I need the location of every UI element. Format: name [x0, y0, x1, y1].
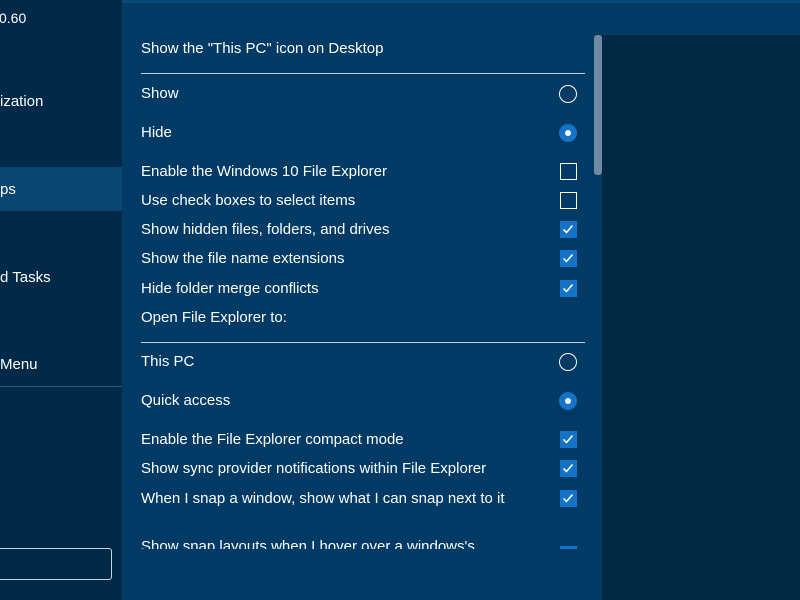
right-header	[602, 3, 800, 35]
section-divider	[141, 73, 585, 74]
radio-label: This PC	[141, 353, 195, 370]
checkmark-icon	[562, 493, 574, 503]
radio-label: Hide	[141, 124, 172, 141]
section-divider	[141, 342, 585, 343]
checkmark-icon	[562, 224, 574, 234]
checkbox-row-check-boxes[interactable]: Use check boxes to select items	[141, 191, 585, 210]
checkbox-label: When I snap a window, show what I can sn…	[141, 490, 505, 507]
sidebar-divider	[0, 386, 122, 387]
radio-this-pc[interactable]: This PC	[141, 352, 585, 371]
radio-show[interactable]: Show	[141, 84, 585, 103]
checkmark-icon	[562, 283, 574, 293]
checkbox-row-windows10-explorer[interactable]: Enable the Windows 10 File Explorer	[141, 162, 585, 181]
checkbox-checked[interactable]	[560, 279, 577, 297]
checkbox-label: Use check boxes to select items	[141, 192, 356, 209]
checkbox-checked[interactable]	[560, 430, 577, 448]
sidebar-item-customization[interactable]: ization	[0, 79, 122, 123]
right-pane	[602, 35, 800, 600]
radio-button[interactable]	[559, 352, 577, 371]
checkbox-checked[interactable]	[560, 546, 577, 549]
sidebar-item-scheduled-tasks[interactable]: d Tasks	[0, 255, 122, 299]
radio-quick-access[interactable]: Quick access	[141, 391, 585, 410]
section-title-open-explorer: Open File Explorer to:	[141, 309, 287, 326]
radio-button[interactable]	[559, 84, 577, 103]
section-title-this-pc-icon: Show the "This PC" icon on Desktop	[141, 40, 384, 57]
radio-label: Show	[141, 85, 179, 102]
sidebar-item-menu[interactable]: Menu	[0, 342, 122, 386]
checkbox-row-file-extensions[interactable]: Show the file name extensions	[141, 249, 585, 268]
checkbox-row-compact-mode[interactable]: Enable the File Explorer compact mode	[141, 430, 585, 449]
settings-panel: Show the "This PC" icon on Desktop Show …	[122, 3, 602, 600]
checkmark-icon	[562, 434, 574, 444]
sidebar-item-label: ps	[0, 180, 16, 198]
checkbox-row-merge-conflicts[interactable]: Hide folder merge conflicts	[141, 279, 585, 298]
sidebar-item-label: ization	[0, 92, 44, 110]
checkbox-label: Show the file name extensions	[141, 250, 345, 267]
app-version: 0.60	[0, 10, 27, 26]
checkbox[interactable]	[560, 162, 577, 180]
checkbox-label: Show sync provider notifications within …	[141, 460, 487, 477]
checkbox-checked[interactable]	[560, 249, 577, 267]
radio-button-selected[interactable]	[559, 123, 577, 142]
checkbox-checked[interactable]	[560, 220, 577, 238]
scrollbar-thumb[interactable]	[594, 35, 602, 175]
sidebar: 0.60 ization ps d Tasks Menu	[0, 0, 122, 600]
checkbox-label: Hide folder merge conflicts	[141, 280, 319, 297]
checkbox-row-snap-layouts[interactable]: Show snap layouts when I hover over a wi…	[141, 537, 585, 549]
sidebar-search-input[interactable]	[0, 548, 112, 580]
checkbox-row-snap-assist[interactable]: When I snap a window, show what I can sn…	[141, 489, 585, 508]
sidebar-item-label: d Tasks	[0, 268, 51, 286]
checkbox-row-sync-notifications[interactable]: Show sync provider notifications within …	[141, 459, 585, 478]
checkmark-icon	[562, 463, 574, 473]
checkbox-label: Enable the File Explorer compact mode	[141, 431, 404, 448]
checkmark-icon	[562, 253, 574, 263]
checkbox-checked[interactable]	[560, 489, 577, 507]
radio-button-selected[interactable]	[559, 391, 577, 410]
sidebar-item-apps[interactable]: ps	[0, 167, 122, 211]
checkbox-label: Enable the Windows 10 File Explorer	[141, 163, 387, 180]
radio-label: Quick access	[141, 392, 231, 409]
checkbox-checked[interactable]	[560, 459, 577, 477]
sidebar-item-label: Menu	[0, 355, 38, 373]
checkbox-row-hidden-files[interactable]: Show hidden files, folders, and drives	[141, 220, 585, 239]
checkbox-label: Show snap layouts when I hover over a wi…	[141, 538, 475, 549]
checkbox-label: Show hidden files, folders, and drives	[141, 221, 390, 238]
checkbox[interactable]	[560, 191, 577, 209]
radio-hide[interactable]: Hide	[141, 123, 585, 142]
